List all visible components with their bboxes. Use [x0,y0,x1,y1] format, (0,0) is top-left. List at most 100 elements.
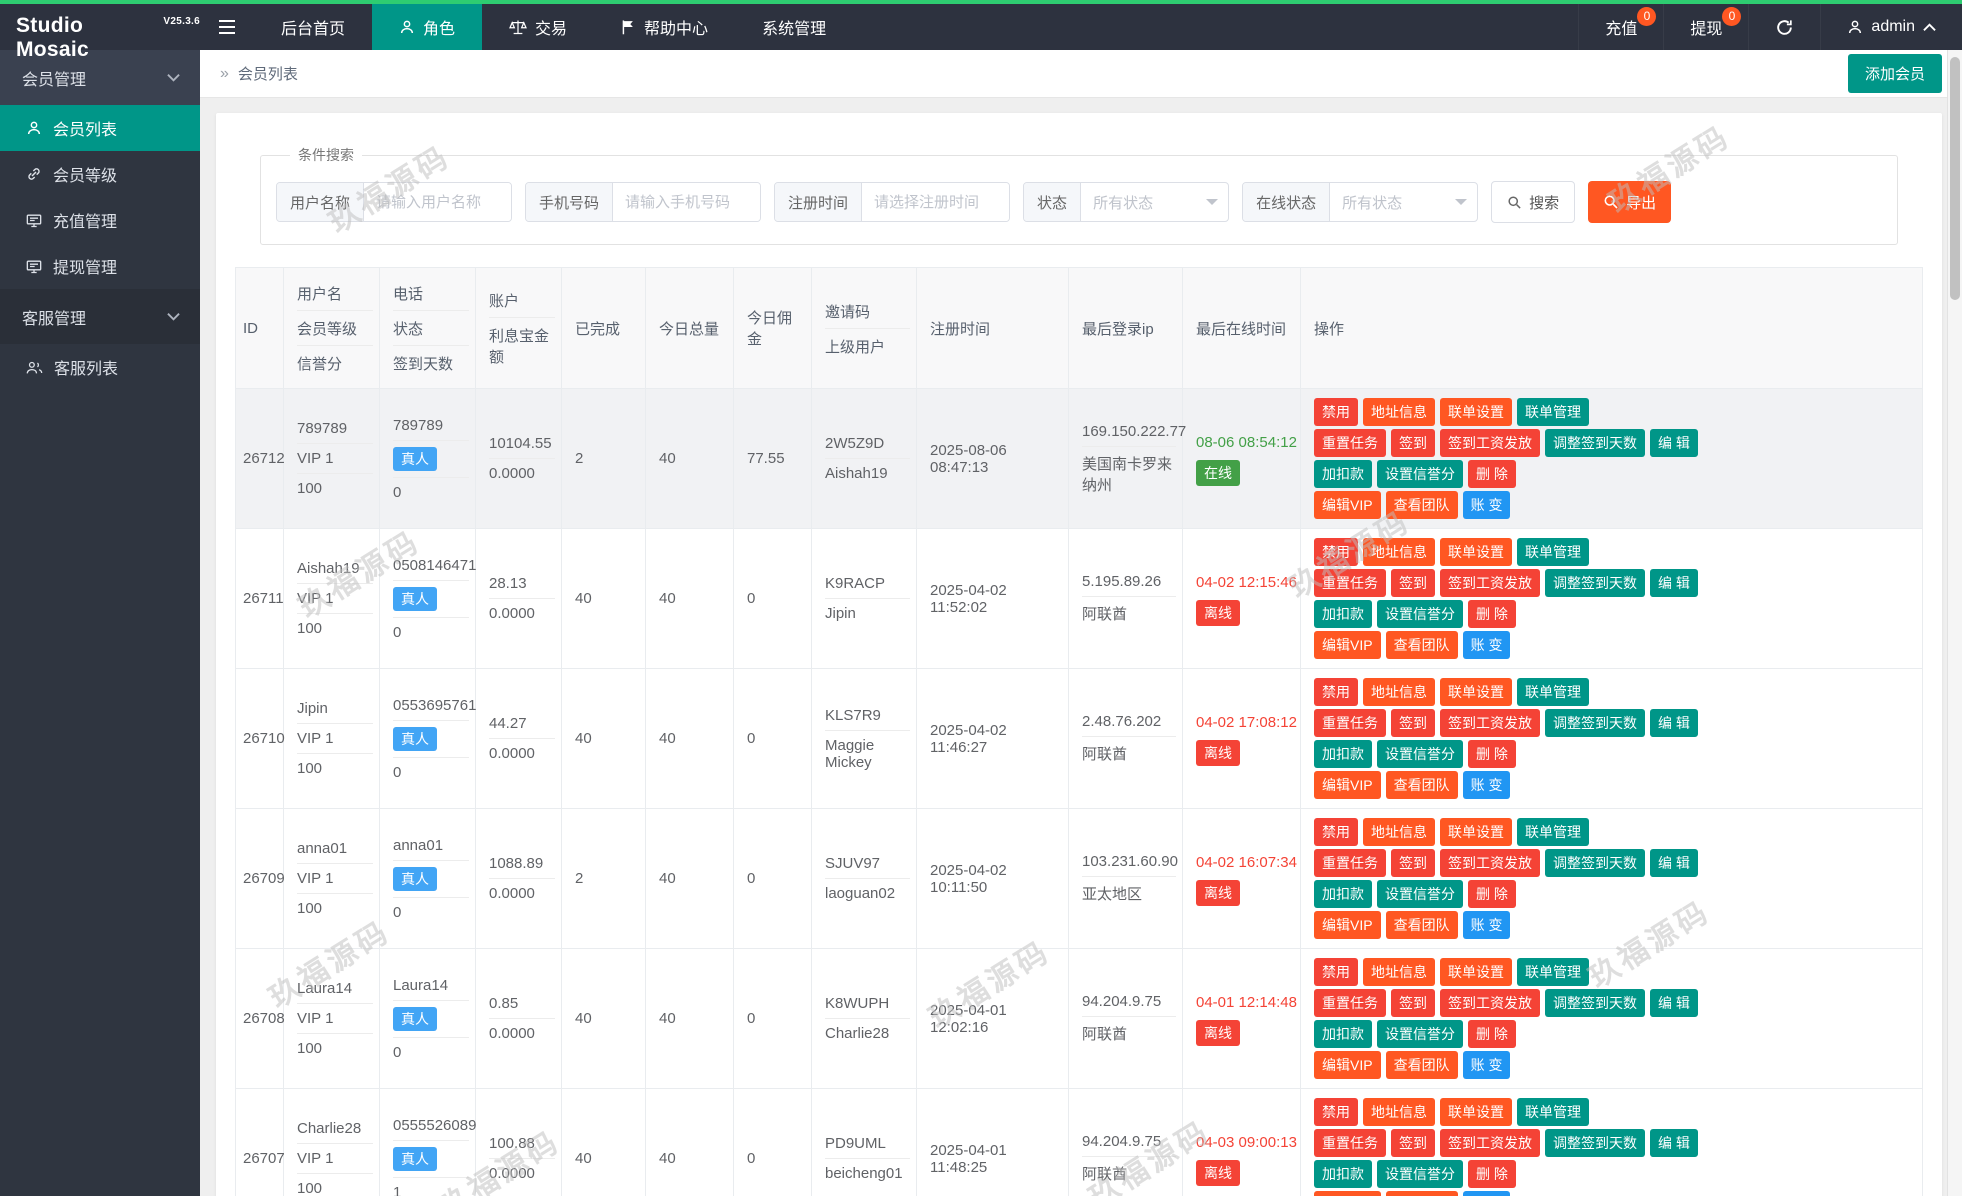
set-credit-button[interactable]: 设置信誉分 [1377,880,1463,908]
edit-button[interactable]: 编 辑 [1650,569,1698,597]
account-change-button[interactable]: 账 变 [1462,771,1511,799]
reset-task-button[interactable]: 重置任务 [1314,429,1386,457]
set-credit-button[interactable]: 设置信誉分 [1377,460,1463,488]
adjust-signin-days-button[interactable]: 调整签到天数 [1545,569,1645,597]
signin-salary-button[interactable]: 签到工资发放 [1440,569,1540,597]
view-team-button[interactable]: 查看团队 [1385,1191,1458,1196]
edit-vip-button[interactable]: 编辑VIP [1314,631,1381,659]
sign-in-button[interactable]: 签到 [1391,709,1435,737]
address-info-button[interactable]: 地址信息 [1363,1098,1435,1126]
adjust-signin-days-button[interactable]: 调整签到天数 [1545,1129,1645,1157]
add-deduct-button[interactable]: 加扣款 [1314,460,1372,488]
nav-item-system[interactable]: 系统管理 [735,4,853,50]
nav-item-help-center[interactable]: 帮助中心 [594,4,735,50]
signin-salary-button[interactable]: 签到工资发放 [1440,989,1540,1017]
set-credit-button[interactable]: 设置信誉分 [1377,1160,1463,1188]
adjust-signin-days-button[interactable]: 调整签到天数 [1545,429,1645,457]
add-deduct-button[interactable]: 加扣款 [1314,740,1372,768]
sign-in-button[interactable]: 签到 [1391,429,1435,457]
order-settings-button[interactable]: 联单设置 [1440,1098,1512,1126]
edit-button[interactable]: 编 辑 [1650,989,1698,1017]
edit-vip-button[interactable]: 编辑VIP [1314,491,1381,519]
order-settings-button[interactable]: 联单设置 [1440,678,1512,706]
nav-item-dashboard[interactable]: 后台首页 [254,4,372,50]
nav-item-trade[interactable]: 交易 [482,4,594,50]
set-credit-button[interactable]: 设置信誉分 [1377,600,1463,628]
view-team-button[interactable]: 查看团队 [1385,631,1458,659]
view-team-button[interactable]: 查看团队 [1385,771,1458,799]
sign-in-button[interactable]: 签到 [1391,849,1435,877]
edit-vip-button[interactable]: 编辑VIP [1314,771,1381,799]
set-credit-button[interactable]: 设置信誉分 [1377,740,1463,768]
export-button[interactable]: 导出 [1588,181,1672,223]
order-settings-button[interactable]: 联单设置 [1440,538,1512,566]
add-member-button[interactable]: 添加会员 [1847,54,1942,93]
add-deduct-button[interactable]: 加扣款 [1314,1160,1372,1188]
edit-vip-button[interactable]: 编辑VIP [1314,1051,1381,1079]
address-info-button[interactable]: 地址信息 [1363,958,1435,986]
sidebar-item-member-level[interactable]: 会员等级 [0,151,200,197]
username-input[interactable] [364,183,512,221]
account-change-button[interactable]: 账 变 [1462,1051,1511,1079]
signin-salary-button[interactable]: 签到工资发放 [1440,429,1540,457]
sidebar-collapse-button[interactable] [200,4,254,50]
user-menu[interactable]: admin [1820,4,1962,50]
status-select[interactable]: 所有状态 [1081,183,1228,221]
delete-button[interactable]: 删 除 [1468,600,1516,628]
sidebar-item-recharge-management[interactable]: 充值管理 [0,197,200,243]
order-manage-button[interactable]: 联单管理 [1517,818,1589,846]
order-settings-button[interactable]: 联单设置 [1440,958,1512,986]
disable-button[interactable]: 禁用 [1314,958,1358,986]
vertical-scrollbar[interactable] [1947,50,1962,1196]
order-manage-button[interactable]: 联单管理 [1517,1098,1589,1126]
reset-task-button[interactable]: 重置任务 [1314,849,1386,877]
edit-button[interactable]: 编 辑 [1650,709,1698,737]
disable-button[interactable]: 禁用 [1314,1098,1358,1126]
view-team-button[interactable]: 查看团队 [1385,911,1458,939]
adjust-signin-days-button[interactable]: 调整签到天数 [1545,849,1645,877]
recharge-link[interactable]: 充值 0 [1578,4,1663,50]
address-info-button[interactable]: 地址信息 [1363,398,1435,426]
adjust-signin-days-button[interactable]: 调整签到天数 [1545,709,1645,737]
withdraw-link[interactable]: 提现 0 [1663,4,1748,50]
view-team-button[interactable]: 查看团队 [1385,491,1458,519]
sign-in-button[interactable]: 签到 [1391,989,1435,1017]
add-deduct-button[interactable]: 加扣款 [1314,880,1372,908]
sidebar-item-support-list[interactable]: 客服列表 [0,344,200,390]
add-deduct-button[interactable]: 加扣款 [1314,1020,1372,1048]
sign-in-button[interactable]: 签到 [1391,1129,1435,1157]
order-manage-button[interactable]: 联单管理 [1517,538,1589,566]
sidebar-item-withdraw-management[interactable]: 客服列表 提现管理 [0,243,200,289]
account-change-button[interactable]: 账 变 [1462,911,1511,939]
disable-button[interactable]: 禁用 [1314,398,1358,426]
refresh-button[interactable] [1748,4,1820,50]
order-settings-button[interactable]: 联单设置 [1440,818,1512,846]
delete-button[interactable]: 删 除 [1468,1160,1516,1188]
signin-salary-button[interactable]: 签到工资发放 [1440,849,1540,877]
phone-input[interactable] [613,183,761,221]
disable-button[interactable]: 禁用 [1314,818,1358,846]
reset-task-button[interactable]: 重置任务 [1314,1129,1386,1157]
search-button[interactable]: 搜索 [1491,181,1576,223]
edit-vip-button[interactable]: 编辑VIP [1314,1191,1381,1196]
edit-button[interactable]: 编 辑 [1650,1129,1698,1157]
account-change-button[interactable]: 账 变 [1462,1191,1511,1196]
order-manage-button[interactable]: 联单管理 [1517,678,1589,706]
sidebar-item-member-list[interactable]: 会员列表 [0,105,200,151]
disable-button[interactable]: 禁用 [1314,678,1358,706]
online-status-select[interactable]: 所有状态 [1330,183,1477,221]
delete-button[interactable]: 删 除 [1468,460,1516,488]
reset-task-button[interactable]: 重置任务 [1314,709,1386,737]
sign-in-button[interactable]: 签到 [1391,569,1435,597]
order-manage-button[interactable]: 联单管理 [1517,958,1589,986]
account-change-button[interactable]: 账 变 [1462,631,1511,659]
view-team-button[interactable]: 查看团队 [1385,1051,1458,1079]
add-deduct-button[interactable]: 加扣款 [1314,600,1372,628]
reset-task-button[interactable]: 重置任务 [1314,569,1386,597]
delete-button[interactable]: 删 除 [1468,880,1516,908]
nav-item-roles[interactable]: 角色 [372,4,483,50]
register-time-input[interactable] [862,183,1010,221]
reset-task-button[interactable]: 重置任务 [1314,989,1386,1017]
set-credit-button[interactable]: 设置信誉分 [1377,1020,1463,1048]
address-info-button[interactable]: 地址信息 [1363,818,1435,846]
